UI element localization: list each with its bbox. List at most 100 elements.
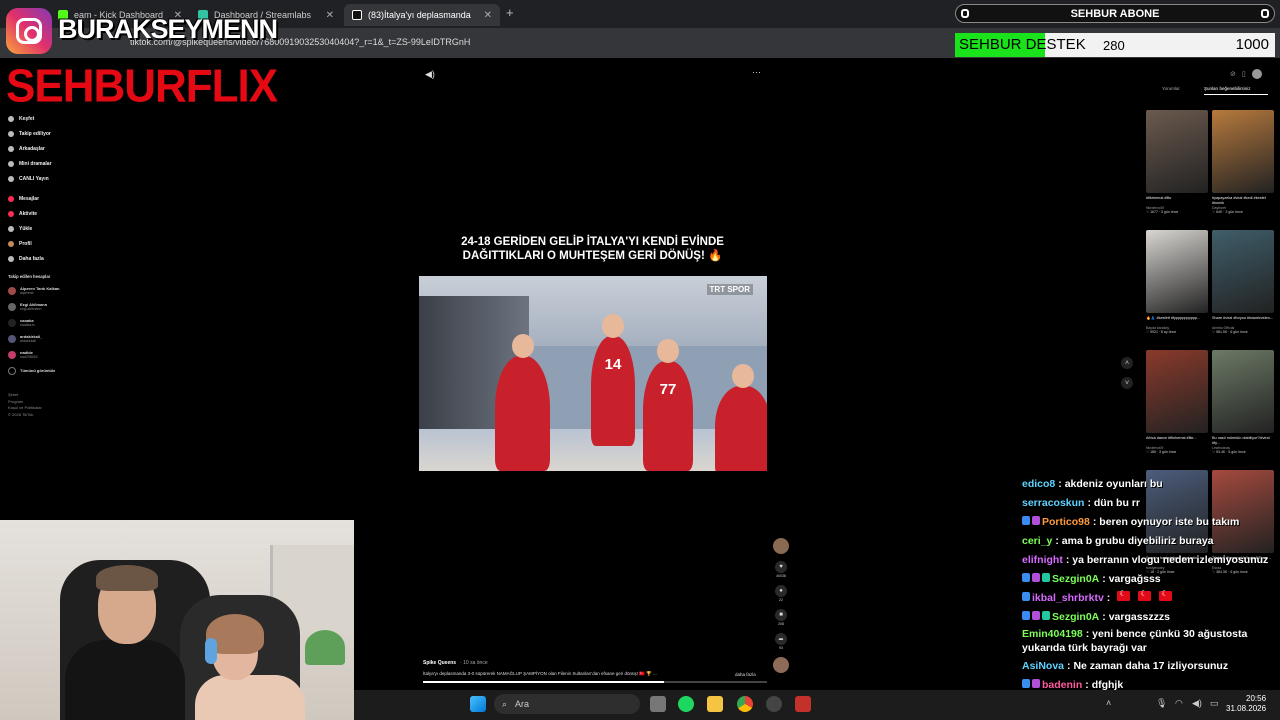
sidebar-item-explore[interactable]: Keşfet (8, 112, 98, 127)
battery-icon[interactable]: ▭ (1210, 698, 1219, 709)
chat-text: vargağsss (1108, 572, 1161, 585)
video-progress-bar[interactable] (423, 681, 767, 683)
followed-account[interactable]: Ezgi Akllmann ezgi.aklimann (8, 299, 98, 315)
sidebar-item-profile[interactable]: Profil (8, 236, 98, 251)
chat-text: dün bu rr (1093, 496, 1140, 509)
windows-start-icon[interactable] (470, 696, 486, 712)
taskbar-search[interactable]: ⌕ Ara (494, 694, 640, 714)
chat-username[interactable]: edico8 (1022, 478, 1055, 490)
chat-username[interactable]: Emin404198 (1022, 628, 1083, 640)
like-button[interactable]: ♥ 40038 (773, 561, 789, 578)
chat-username[interactable]: Portico98 (1042, 516, 1090, 528)
streamer-body (65, 640, 185, 720)
player-figure: 14 (591, 314, 635, 446)
tab-tiktok[interactable]: (83)İtalya'yı deplasmanda 3 ✕ (344, 4, 500, 26)
task-view-icon[interactable] (650, 696, 666, 712)
chevron-up-icon[interactable]: ˄ (1121, 357, 1133, 369)
sidebar-item-following[interactable]: Takip ediliyor (8, 127, 98, 142)
chat-line: ceri_y: ama b grubu diyebiliriz buraya (1022, 535, 1214, 547)
system-clock[interactable]: 20:56 31.08.2026 (1226, 694, 1266, 714)
new-tab-icon[interactable]: + (506, 5, 514, 20)
tab-comments[interactable]: Yorumlar (1162, 86, 1180, 91)
avatar (8, 302, 16, 311)
video-thumbnail[interactable] (1212, 230, 1274, 313)
video-thumbnail[interactable] (1146, 110, 1208, 193)
close-icon[interactable]: ✕ (326, 10, 334, 21)
plant-figure (305, 630, 345, 665)
video-thumbnail[interactable] (1146, 230, 1208, 313)
comment-button[interactable]: ● 22 (773, 585, 789, 602)
author-avatar[interactable] (773, 538, 789, 554)
settings-icon[interactable]: ⊘ (1230, 71, 1236, 78)
followed-account[interactable]: caoaka caoaka.tv (8, 315, 98, 331)
followed-account[interactable]: Alperen Tarık Kalkan alperenb (8, 283, 98, 299)
chrome-icon[interactable] (737, 696, 753, 712)
chat-username[interactable]: AsiNova (1022, 660, 1064, 672)
tab-you-may-like[interactable]: Şunları beğenebilirsiniz (1204, 86, 1251, 91)
video-card[interactable]: #yapayzeka #viral #kedi #kesfet #komik Da… (1212, 110, 1274, 214)
music-disc[interactable] (773, 657, 789, 673)
sidebar-item-friends[interactable]: Arkadaşlar (8, 142, 98, 157)
chat-message: serracoskun: dün bu rr (1022, 493, 1280, 512)
chat-text: vargasszzzs (1108, 610, 1170, 623)
chat-username[interactable]: serracoskun (1022, 497, 1084, 509)
sidebar-item-more[interactable]: Daha fazla (8, 251, 98, 266)
file-explorer-icon[interactable] (707, 696, 723, 712)
video-card[interactable]: Share #viral #foryou #islamicvideo... Ame… (1212, 230, 1274, 334)
video-frame[interactable]: 14 77 TRT SPOR (419, 276, 767, 471)
sidebar-item-live[interactable]: CANLI Yayın (8, 171, 98, 186)
video-card[interactable]: 🔥👗 #kesfett #fypppppppppp... Bayda karakö… (1146, 230, 1208, 334)
microphone-icon[interactable]: 🎙 (1156, 698, 1167, 709)
video-thumbnail[interactable] (1146, 350, 1208, 433)
card-stats: ♡ 9921 · 8 ay önce (1146, 330, 1177, 334)
upload-icon (8, 225, 14, 232)
followed-account[interactable]: nadide nad298453 (8, 347, 98, 363)
bookmark-button[interactable]: ■ 208 (773, 609, 789, 626)
chat-username[interactable]: Sezgin0A (1052, 573, 1099, 585)
user-avatar[interactable] (1251, 69, 1262, 79)
sidebar-item-activity[interactable]: Aktivite (8, 207, 98, 222)
tray-chevron-icon[interactable]: ˄ (1106, 698, 1111, 708)
volume-icon[interactable]: ◀) (425, 69, 435, 80)
obs-icon[interactable] (766, 696, 782, 712)
chat-username[interactable]: elifnight (1022, 554, 1063, 566)
show-all-accounts-link[interactable]: Tümünü görüntüle (8, 363, 98, 379)
spotify-icon[interactable] (678, 696, 694, 712)
donation-goal: 1000 (1235, 36, 1269, 53)
app-icon[interactable] (795, 696, 811, 712)
sidebar-item-messages[interactable]: Mesajlar (8, 192, 98, 207)
more-link[interactable]: daha fazla (735, 672, 756, 677)
abone-label: SEHBUR ABONE (1070, 7, 1160, 20)
phone-icon[interactable]: ▯ (1242, 71, 1246, 78)
chat-username[interactable]: Sezgin0A (1052, 611, 1099, 623)
video-thumbnail[interactable] (1212, 350, 1274, 433)
panel-controls: ⊘ ▯ (1230, 69, 1262, 79)
video-author[interactable]: Spike Queens · 10 sa önce (423, 660, 488, 666)
chat-username[interactable]: ikbal_shrbrktv (1032, 592, 1104, 604)
chat-username[interactable]: badenin (1042, 679, 1082, 691)
video-headline: 24-18 GERİDEN GELİP İTALYA'YI KENDİ EVİN… (461, 236, 724, 262)
compass-icon (8, 116, 14, 123)
sidebar-item-mini-dramas[interactable]: Mini dramalar (8, 156, 98, 171)
banner-left-icon (961, 9, 969, 18)
avatar (8, 350, 16, 359)
video-thumbnail[interactable] (1212, 110, 1274, 193)
video-card[interactable]: Bu nasıl mümkün olabiliyor?!#viral #fy..… (1212, 350, 1274, 454)
video-card[interactable]: #fikrkemal #fikr fikirdemo09 ♡ 1677 · 3 gü… (1146, 110, 1208, 214)
wifi-icon[interactable]: ◠ (1175, 698, 1183, 709)
chat-username[interactable]: ceri_y (1022, 535, 1052, 547)
video-card[interactable]: Africa dance #fikrkemal #fikr... fikrdemo… (1146, 350, 1208, 454)
followed-account[interactable]: ardakirkali_ ardakirkali (8, 331, 98, 347)
close-icon[interactable]: ✕ (484, 10, 492, 21)
more-options-icon[interactable]: ··· (752, 67, 761, 77)
chat-message: elifnight: ya berranın vlogu neden izlem… (1022, 550, 1280, 569)
tab-label: (83)İtalya'yı deplasmanda 3 (368, 10, 472, 20)
chat-badge-icon (1042, 572, 1050, 582)
speaker-icon[interactable]: ◀) (1192, 698, 1202, 709)
chevron-down-icon[interactable]: ˅ (1121, 377, 1133, 389)
share-button[interactable]: ➦ 93 (773, 633, 789, 650)
copyright: © 2026 TikTok (8, 411, 34, 417)
sidebar-item-upload[interactable]: Yükle (8, 222, 98, 237)
footer-link[interactable]: Koşul ve Politikalar (8, 405, 42, 412)
card-caption: 🔥👗 #kesfett #fypppppppppp... (1146, 316, 1201, 320)
